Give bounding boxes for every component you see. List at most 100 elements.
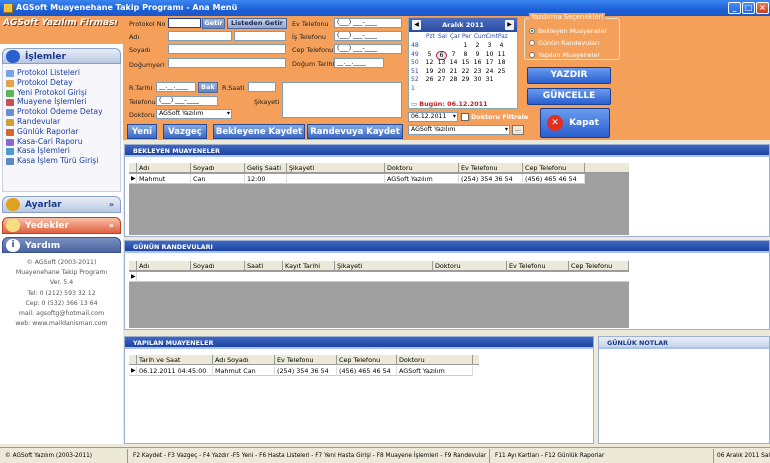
table-row[interactable]: ▶ Mahmut Can 12:00 AGSoft Yazılım (254) … <box>129 174 585 184</box>
next-month-button[interactable]: ▶ <box>505 20 514 30</box>
nav-protokol-listeleri[interactable]: Protokol Listeleri <box>3 68 120 78</box>
calendar-day[interactable]: 2 <box>472 42 483 49</box>
close-button[interactable]: × <box>756 2 769 14</box>
sikayeti-input[interactable] <box>282 82 402 118</box>
protokol-no-input[interactable] <box>168 18 201 28</box>
r-saati-label: R.Saati <box>222 84 245 92</box>
kapat-button[interactable]: ✕ Kapat <box>540 108 610 138</box>
yardim-header[interactable]: i Yardım <box>2 237 121 253</box>
table-row[interactable]: ▶ 06.12.2011 04:45:00 Mahmut Can (254) 3… <box>129 366 473 376</box>
week-number: 52 <box>411 76 419 84</box>
doktor-filter-select[interactable]: AGSoft Yazılım ▾ <box>408 125 510 135</box>
calendar-day[interactable]: 5 <box>424 51 435 58</box>
calendar-day[interactable]: 23 <box>472 68 483 75</box>
yazdir-button[interactable]: YAZDIR <box>527 67 611 84</box>
dogum-tarihi-input[interactable]: __.__.____ <box>334 58 384 68</box>
cash-type-icon <box>6 158 14 166</box>
calendar-day[interactable]: 27 <box>436 76 447 83</box>
calendar-day[interactable]: 30 <box>472 76 483 83</box>
adi-input[interactable] <box>168 31 232 41</box>
calendar-day[interactable]: 22 <box>460 68 471 75</box>
nav-protokol-detay[interactable]: Protokol Detay <box>3 78 120 88</box>
ev-tel-input[interactable]: (___) ___-____ <box>334 18 402 28</box>
nav-kasa-islemleri[interactable]: Kasa İşlemleri <box>3 146 120 156</box>
nav-protokol-odeme-detay[interactable]: Protokol Ödeme Detay <box>3 107 120 117</box>
calendar-day[interactable]: 9 <box>472 51 483 58</box>
bekleyen-panel: BEKLEYEN MUAYENELER Adı Soyadı Geliş Saa… <box>124 144 770 237</box>
islemler-list: Protokol Listeleri Protokol Detay Yeni P… <box>2 64 121 192</box>
calendar-day[interactable]: 8 <box>460 51 471 58</box>
new-icon <box>6 89 14 97</box>
bekleyen-header: Adı Soyadı Geliş Saati Şikayeti Doktoru … <box>129 163 629 173</box>
calendar-day[interactable]: 20 <box>436 68 447 75</box>
calendar-day[interactable]: 28 <box>448 76 459 83</box>
minimize-button[interactable]: _ <box>728 2 741 14</box>
r-tarihi-input[interactable]: __.__.____ <box>156 82 196 92</box>
nav-kasa-cari-raporu[interactable]: Kasa-Cari Raporu <box>3 137 120 147</box>
chevron-down-icon: » <box>108 200 114 209</box>
nav-randevular[interactable]: Randevular <box>3 117 120 127</box>
bak-button[interactable]: Bak <box>198 82 218 93</box>
calendar-day[interactable]: 21 <box>448 68 459 75</box>
report-icon <box>6 128 14 136</box>
nav-yeni-protokol-girisi[interactable]: Yeni Protokol Girişi <box>3 88 120 98</box>
weekday-label: Pzt <box>426 34 435 40</box>
radio-gunun-randevulari[interactable]: Günün Randevuları <box>529 39 599 47</box>
adi2-input[interactable] <box>234 31 286 41</box>
cash-icon <box>6 148 14 156</box>
calendar-day[interactable]: 31 <box>484 76 495 83</box>
calendar-day[interactable]: 18 <box>496 59 507 66</box>
calendar-day[interactable]: 17 <box>484 59 495 66</box>
getir-button[interactable]: Getir <box>202 18 225 29</box>
calendar-day[interactable]: 15 <box>460 59 471 66</box>
randevular-title: GÜNÜN RANDEVULARI <box>125 241 769 253</box>
cep-tel-input[interactable]: (___) ___-____ <box>334 44 402 54</box>
calendar-day[interactable]: 1 <box>460 42 471 49</box>
help-line: © AGSoft (2003-2011) <box>26 259 97 266</box>
calendar-day[interactable]: 24 <box>484 68 495 75</box>
calendar-day[interactable]: 12 <box>424 59 435 66</box>
radio-yapilan[interactable]: Yapılan Muayeneler <box>529 51 600 59</box>
calendar-day[interactable]: 29 <box>460 76 471 83</box>
vazgec-button[interactable]: Vazgeç <box>163 124 207 139</box>
ayarlar-header[interactable]: Ayarlar » <box>2 196 121 213</box>
radio-bekleyen[interactable]: Bekleyen Muayeneler <box>529 27 607 35</box>
help-line: Muayenehane Takip Programı <box>15 269 108 277</box>
bekleyen-title: BEKLEYEN MUAYENELER <box>125 145 769 157</box>
nav-kasa-islem-turu-girisi[interactable]: Kasa İşlem Türü Girişi <box>3 156 120 166</box>
calendar-day[interactable]: 16 <box>472 59 483 66</box>
is-tel-input[interactable]: (___) ___-____ <box>334 31 402 41</box>
soyadi-input[interactable] <box>168 44 286 54</box>
row-pointer-icon: ▶ <box>131 174 137 184</box>
notlar-textarea[interactable] <box>601 353 767 441</box>
calendar-day[interactable]: 26 <box>424 76 435 83</box>
calendar-day[interactable]: 14 <box>448 59 459 66</box>
nav-gunluk-raporlar[interactable]: Günlük Raporlar <box>3 127 120 137</box>
calendar-day[interactable]: 13 <box>436 59 447 66</box>
calendar-day[interactable]: 25 <box>496 68 507 75</box>
doktor-browse-button[interactable]: ... <box>512 125 524 135</box>
calendar-day[interactable]: 4 <box>496 42 507 49</box>
date-picker[interactable]: 06.12.2011 ▾ <box>408 112 458 122</box>
table-row[interactable]: ▶ <box>129 272 629 282</box>
islemler-header[interactable]: İşlemler <box>2 48 121 64</box>
calendar-day[interactable]: 7 <box>448 51 459 58</box>
telefonu-input[interactable]: (___) ___-____ <box>156 96 218 106</box>
yedekler-header[interactable]: Yedekler » <box>2 217 121 234</box>
doktor-filtre-checkbox[interactable] <box>461 113 469 121</box>
dogumyeri-input[interactable] <box>168 58 286 68</box>
doktoru-select[interactable]: AGSoft Yazılım ▾ <box>156 109 232 119</box>
guncelle-button[interactable]: GÜNCELLE <box>527 88 611 105</box>
listeden-getir-button[interactable]: Listeden Getir <box>227 18 287 29</box>
prev-month-button[interactable]: ◀ <box>412 20 421 30</box>
nav-muayene-islemleri[interactable]: Muayene İşlemleri <box>3 97 120 107</box>
maximize-button[interactable]: □ <box>742 2 755 14</box>
calendar-day[interactable]: 11 <box>496 51 507 58</box>
r-saati-input[interactable] <box>248 82 276 92</box>
randevuya-kaydet-button[interactable]: Randevuya Kaydet <box>307 124 403 139</box>
calendar-day[interactable]: 10 <box>484 51 495 58</box>
calendar-day[interactable]: 3 <box>484 42 495 49</box>
calendar-day[interactable]: 19 <box>424 68 435 75</box>
bekleyene-kaydet-button[interactable]: Bekleyene Kaydet <box>213 124 305 139</box>
yeni-button[interactable]: Yeni <box>127 124 157 139</box>
